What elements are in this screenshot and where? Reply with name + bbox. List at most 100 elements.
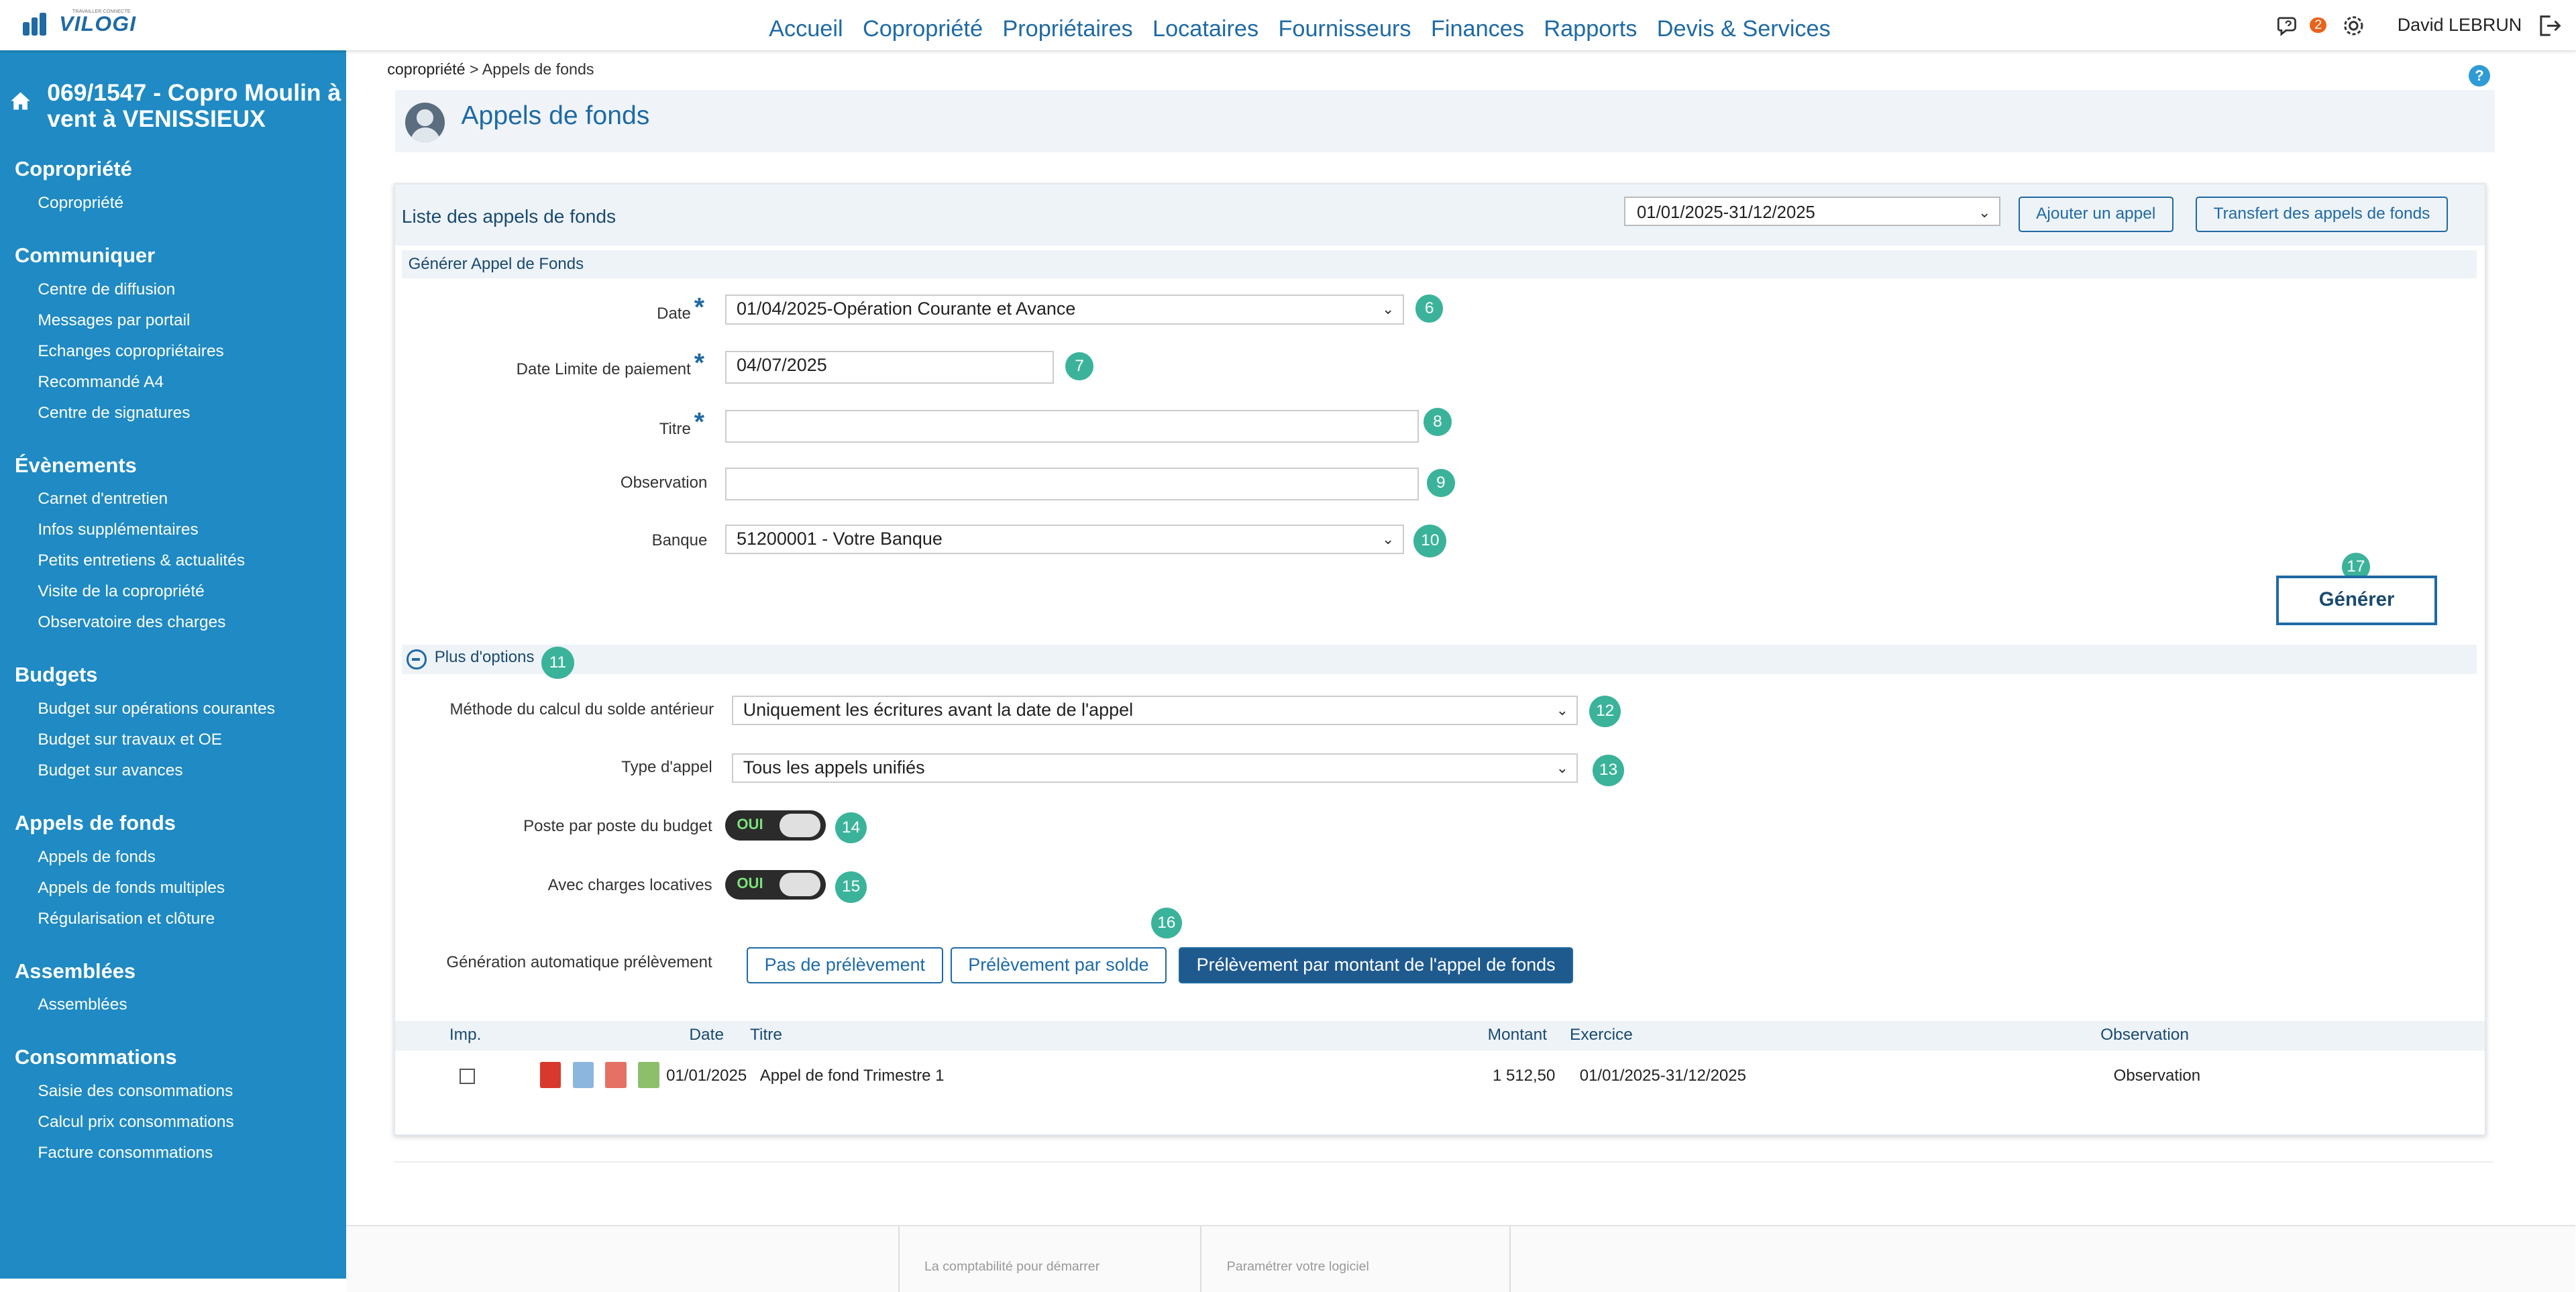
add-appel-button[interactable]: Ajouter un appel xyxy=(2018,196,2174,233)
sidebar-item[interactable]: Visite de la copropriété xyxy=(38,576,346,607)
date-select-value: 01/04/2025-Opération Courante et Avance xyxy=(736,299,1076,319)
transfer-button[interactable]: Transfert des appels de fonds xyxy=(2196,196,2448,233)
col-titre[interactable]: Titre xyxy=(750,1026,782,1044)
banque-select[interactable]: 51200001 - Votre Banque ⌄ xyxy=(725,525,1404,555)
budget-toggle[interactable]: OUI xyxy=(725,810,826,841)
col-date[interactable]: Date xyxy=(689,1026,724,1044)
required-mark: * xyxy=(694,408,704,437)
col-montant[interactable]: Montant xyxy=(1488,1026,1547,1044)
chevron-down-icon: ⌄ xyxy=(1381,531,1395,548)
titre-input[interactable] xyxy=(725,409,1419,443)
copro-header: 069/1547 - Copro Moulin à vent à VENISSI… xyxy=(0,50,346,132)
sidebar-item[interactable]: Carnet d'entretien xyxy=(38,484,346,515)
row-montant: 1 512,50 xyxy=(1492,1067,1556,1085)
step-badge: 12 xyxy=(1589,695,1621,727)
titre-label: Titre xyxy=(659,419,691,438)
nav-proprietaires[interactable]: Propriétaires xyxy=(1002,16,1132,42)
edit-icon[interactable] xyxy=(572,1062,594,1089)
sidebar-item[interactable]: Calcul prix consommations xyxy=(38,1107,346,1138)
nav-devis-services[interactable]: Devis & Services xyxy=(1657,16,1831,42)
logo-icon xyxy=(23,12,59,36)
sidebar-item[interactable]: Observatoire des charges xyxy=(38,607,346,638)
toggle-knob xyxy=(780,873,821,896)
charges-toggle[interactable]: OUI xyxy=(725,869,826,900)
sidebar-section-title[interactable]: Copropriété xyxy=(15,157,346,181)
nav-locataires[interactable]: Locataires xyxy=(1152,16,1258,42)
sidebar-item[interactable]: Régularisation et clôture xyxy=(38,904,346,934)
breadcrumb-current: Appels de fonds xyxy=(482,60,594,78)
sidebar-section-title[interactable]: Appels de fonds xyxy=(15,811,346,835)
nav-fournisseurs[interactable]: Fournisseurs xyxy=(1279,16,1411,42)
col-exercice[interactable]: Exercice xyxy=(1570,1026,1633,1044)
generer-button[interactable]: Générer xyxy=(2276,576,2438,625)
sidebar-item[interactable]: Budget sur avances xyxy=(38,755,346,786)
collapse-icon[interactable] xyxy=(407,649,427,669)
row-checkbox[interactable] xyxy=(459,1068,476,1085)
banque-label: Banque xyxy=(651,531,708,550)
zip-icon[interactable] xyxy=(638,1062,660,1089)
sidebar-item[interactable]: Messages par portail xyxy=(38,305,346,336)
sidebar-section-title[interactable]: Communiquer xyxy=(15,244,346,268)
sidebar-section-title[interactable]: Budgets xyxy=(15,663,346,687)
gear-icon[interactable] xyxy=(2340,11,2368,40)
sidebar-item[interactable]: Budget sur opérations courantes xyxy=(38,694,346,724)
type-select[interactable]: Tous les appels unifiés ⌄ xyxy=(732,753,1578,783)
sidebar-item[interactable]: Petits entretiens & actualités xyxy=(38,545,346,576)
sidebar-item[interactable]: Centre de diffusion xyxy=(38,274,346,305)
step-badge: 13 xyxy=(1593,755,1624,786)
nav-rapports[interactable]: Rapports xyxy=(1544,16,1637,42)
trash-icon[interactable] xyxy=(539,1062,561,1089)
deadline-label: Date Limite de paiement xyxy=(516,360,691,379)
sidebar-item[interactable]: Infos supplémentaires xyxy=(38,515,346,545)
prelevement-par-solde-button[interactable]: Prélèvement par solde xyxy=(950,947,1167,983)
user-name[interactable]: David LEBRUN xyxy=(2398,15,2522,36)
copro-title[interactable]: 069/1547 - Copro Moulin à vent à VENISSI… xyxy=(47,79,346,132)
sidebar-section-title[interactable]: Évènements xyxy=(15,453,346,478)
sidebar-section-title[interactable]: Consommations xyxy=(15,1045,346,1069)
pas-de-prelevement-button[interactable]: Pas de prélèvement xyxy=(747,947,943,983)
sidebar-item[interactable]: Echanges copropriétaires xyxy=(38,336,346,367)
sidebar-item[interactable]: Recommandé A4 xyxy=(38,367,346,398)
options-header[interactable]: Plus d'options 11 xyxy=(401,645,2477,680)
vilogi-logo[interactable]: VILOGI TRAVAILLER CONNECTE xyxy=(23,8,136,36)
deadline-input[interactable]: 04/07/2025 xyxy=(725,350,1055,384)
sidebar-item[interactable]: Budget sur travaux et OE xyxy=(38,724,346,755)
panel-title: Liste des appels de fonds xyxy=(401,206,616,227)
pdf-icon[interactable] xyxy=(605,1062,627,1089)
footer-link-2[interactable]: Paramétrer votre logiciel xyxy=(1227,1259,1369,1275)
logout-icon[interactable] xyxy=(2535,11,2563,40)
sidebar-item[interactable]: Appels de fonds xyxy=(38,842,346,873)
date-label: Date xyxy=(657,305,691,323)
sidebar-item[interactable]: Copropriété xyxy=(38,188,346,219)
type-label: Type d'appel xyxy=(621,758,712,777)
observation-input[interactable] xyxy=(725,467,1419,500)
help-icon[interactable]: ? xyxy=(2469,65,2490,87)
method-select[interactable]: Uniquement les écritures avant la date d… xyxy=(732,695,1578,726)
top-right-tools: 2 David LEBRUN xyxy=(2275,11,2563,40)
row-date: 01/01/2025 xyxy=(666,1067,747,1085)
sidebar-item[interactable]: Appels de fonds multiples xyxy=(38,873,346,904)
chat-icon[interactable] xyxy=(2275,11,2303,40)
row-titre[interactable]: Appel de fond Trimestre 1 xyxy=(760,1067,945,1085)
footer-link-1[interactable]: La comptabilité pour démarrer xyxy=(924,1259,1099,1275)
sidebar-item[interactable]: Facture consommations xyxy=(38,1138,346,1169)
col-imp[interactable]: Imp. xyxy=(449,1026,482,1044)
sidebar-item[interactable]: Centre de signatures xyxy=(38,398,346,429)
col-observation[interactable]: Observation xyxy=(2100,1026,2189,1044)
date-select[interactable]: 01/04/2025-Opération Courante et Avance … xyxy=(725,294,1404,325)
period-select[interactable]: 01/01/2025-31/12/2025 ⌄ xyxy=(1623,196,2000,226)
deadline-value: 04/07/2025 xyxy=(736,354,827,375)
divider xyxy=(394,1161,2493,1163)
panel-header: Liste des appels de fonds 01/01/2025-31/… xyxy=(395,184,2485,246)
nav-copropriete[interactable]: Copropriété xyxy=(863,16,983,42)
sidebar-item[interactable]: Assemblées xyxy=(38,989,346,1020)
type-value: Tous les appels unifiés xyxy=(743,757,925,777)
home-icon[interactable] xyxy=(10,85,31,117)
sidebar-item[interactable]: Saisie des consommations xyxy=(38,1076,346,1107)
prelevement-par-montant-button[interactable]: Prélèvement par montant de l'appel de fo… xyxy=(1179,947,1574,983)
breadcrumb-root[interactable]: copropriété xyxy=(387,60,465,78)
nav-finances[interactable]: Finances xyxy=(1431,16,1524,42)
nav-accueil[interactable]: Accueil xyxy=(769,16,843,42)
sidebar-section-title[interactable]: Assemblées xyxy=(15,959,346,983)
row-observation: Observation xyxy=(2113,1067,2201,1085)
